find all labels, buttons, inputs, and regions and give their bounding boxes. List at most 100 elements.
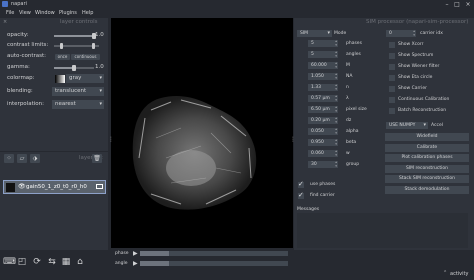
menu-plugins[interactable]: Plugins [59,10,77,16]
colormap-select[interactable]: gray ▾ [66,74,104,83]
sim-param-input[interactable]: 5 ▴ ▾ [308,39,338,47]
gamma-value[interactable]: 1.0 [95,64,104,70]
blending-select[interactable]: translucent ▾ [52,87,104,96]
layer-name[interactable]: gain50_1_z0_t0_r0_h0 [26,184,87,190]
angle-play-icon[interactable]: ▶ [133,260,138,267]
minimize-button[interactable]: – [442,0,452,9]
interpolation-select[interactable]: nearest ▾ [52,100,104,109]
menu-file[interactable]: File [6,10,14,16]
sim-param-label: pixel size [346,107,367,112]
menu-help[interactable]: Help [82,10,93,16]
use-phases-checkbox[interactable] [298,180,304,188]
spin-arrows-icon: ▴ ▾ [335,94,337,102]
sim-action-button[interactable]: Plot calibration phases [385,154,469,163]
angle-slider-handle[interactable] [140,261,169,266]
contrast-max-handle[interactable] [92,43,95,49]
sim-option-checkbox[interactable] [389,97,395,103]
sim-action-button[interactable]: Stack SIM reconstruction [385,175,469,184]
sim-option-checkbox[interactable] [389,108,395,114]
transpose-button[interactable]: ⇆ [46,256,58,268]
menu-window[interactable]: Window [35,10,55,16]
spin-arrows-icon: ▴ ▾ [335,127,337,135]
sim-param-value: 1.33 [311,85,322,90]
messages-box[interactable] [297,213,468,248]
new-shapes-layer-button[interactable]: ▱ [17,154,27,163]
roll-button[interactable]: ⟳ [31,256,43,268]
phase-slider-handle[interactable] [140,251,169,256]
sim-param-value: 0.060 [311,151,324,156]
blending-select-value: translucent [55,88,87,94]
sim-option-checkbox[interactable] [389,75,395,81]
image-layer-icon [96,184,103,189]
sim-param-input[interactable]: 0.950 ▴ ▾ [308,138,338,146]
angle-slider[interactable] [140,261,288,266]
delete-layer-button[interactable]: 🗑 [92,154,102,163]
use-phases-label: use phases [310,182,336,187]
sim-action-button[interactable]: Stack demodulation [385,186,469,194]
mode-select[interactable]: SIM ▾ [297,30,332,37]
chevron-down-icon: ▾ [99,75,102,81]
sim-param-value: 5 [311,41,314,46]
carrier-idx-input[interactable]: 0 ▴ ▾ [386,29,416,37]
sim-option-label: Show Eta circle [398,75,433,80]
phase-slider-label: phase [115,251,129,256]
sim-action-button[interactable]: SIM reconstruction [385,164,469,173]
new-points-layer-button[interactable]: ⁘ [4,154,14,163]
auto-contrast-once-button[interactable]: once [55,54,70,60]
accel-select[interactable]: USE NUMPY ▾ [386,122,428,129]
sim-param-input[interactable]: 0.050 ▴ ▾ [308,127,338,135]
sim-action-button[interactable]: Calibrate [385,143,469,152]
sim-option-checkbox[interactable] [389,64,395,70]
spin-arrows-icon: ▴ ▾ [335,39,337,47]
gamma-slider-handle[interactable] [72,65,76,71]
sim-option-checkbox[interactable] [389,42,395,48]
sim-param-input[interactable]: 0.060 ▴ ▾ [308,149,338,157]
grid-button[interactable]: ▦ [60,256,72,268]
sim-param-label: group [346,162,360,167]
sim-param-input[interactable]: 0.57 μm ▴ ▾ [308,94,338,102]
spin-arrows-icon: ▴ ▾ [335,61,337,69]
sim-param-input[interactable]: 30 ▴ ▾ [308,160,338,168]
contrast-min-handle[interactable] [60,43,63,49]
new-labels-layer-button[interactable]: ⬗ [30,154,40,163]
sim-panel-title: SIM processor (napari-sim-processor) [366,19,469,25]
auto-contrast-continuous-button[interactable]: continuous [71,54,100,60]
home-button[interactable]: ⌂ [74,256,86,268]
find-carrier-checkbox[interactable] [298,191,304,199]
sim-param-input[interactable]: 5 ▴ ▾ [308,50,338,58]
phase-slider[interactable] [140,251,288,256]
phase-play-icon[interactable]: ▶ [133,250,138,257]
chevron-down-icon: ▾ [99,101,102,107]
menu-view[interactable]: View [19,10,31,16]
sim-param-value: 6.50 μm [311,107,330,112]
sim-param-label: beta [346,140,357,145]
opacity-value[interactable]: 1.0 [95,32,104,38]
spin-arrows-icon: ▴ ▾ [335,50,337,58]
sim-param-input[interactable]: 6.50 μm ▴ ▾ [308,105,338,113]
eye-icon[interactable]: 👁 [18,183,26,190]
angle-slider-label: angle [115,261,128,266]
sim-param-value: 0.050 [311,129,324,134]
sim-param-input[interactable]: 1.050 ▴ ▾ [308,72,338,80]
console-button[interactable]: ⌨ [3,256,16,268]
sim-action-button[interactable]: Widefield [385,133,469,141]
sim-option-checkbox[interactable] [389,53,395,59]
maximize-button[interactable]: □ [452,0,462,9]
activity-label[interactable]: activity [450,271,468,277]
activity-icon: ⌃ [443,270,448,276]
image-canvas[interactable] [111,18,293,248]
left-dock-splitter[interactable]: ⋮ [108,136,114,143]
sim-param-input[interactable]: 1.33 ▴ ▾ [308,83,338,91]
sim-param-label: dz [346,118,352,123]
ndisplay-button[interactable]: ◰ [16,256,28,268]
sim-param-input[interactable]: 0.20 μm ▴ ▾ [308,116,338,124]
blending-label: blending: [7,88,33,94]
sim-param-label: n [346,85,349,90]
sim-option-checkbox[interactable] [389,86,395,92]
layer-controls-close-icon[interactable]: × [3,19,7,25]
spin-arrows-icon: ▴ ▾ [335,149,337,157]
opacity-label: opacity: [7,32,29,38]
close-button[interactable]: × [463,0,473,9]
sim-param-input[interactable]: 60.000 ▴ ▾ [308,61,338,69]
layer-list-item[interactable]: 👁 gain50_1_z0_t0_r0_h0 [3,180,106,194]
